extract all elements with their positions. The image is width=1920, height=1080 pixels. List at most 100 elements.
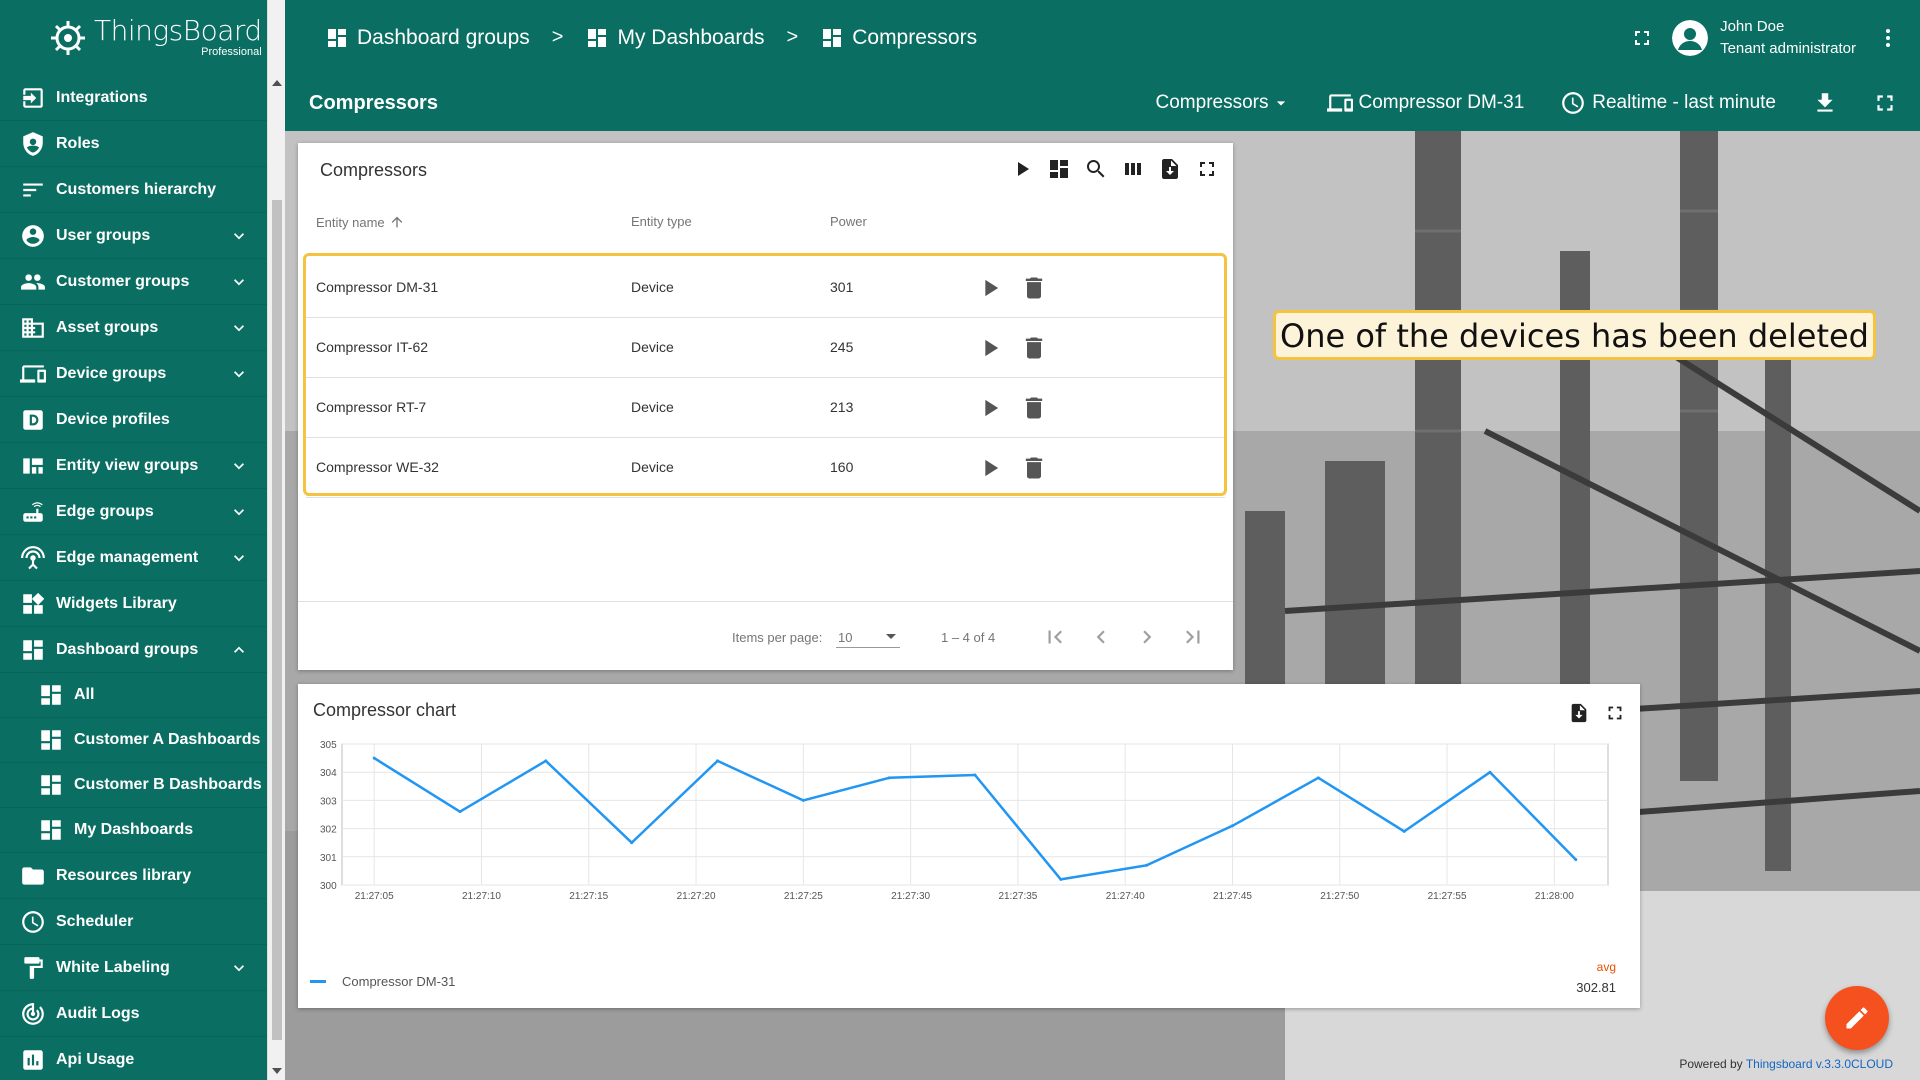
search-icon[interactable] bbox=[1084, 157, 1108, 181]
data-point[interactable] bbox=[1574, 858, 1578, 862]
column-header-entity-type[interactable]: Entity type bbox=[631, 214, 692, 229]
timewindow-button[interactable]: Realtime - last minute bbox=[1560, 90, 1776, 116]
data-point[interactable] bbox=[1402, 829, 1406, 833]
insert-chart-icon bbox=[23, 1049, 43, 1070]
chevron-up-icon[interactable] bbox=[229, 640, 249, 660]
data-point[interactable] bbox=[1316, 776, 1320, 780]
last-page-icon[interactable] bbox=[1180, 624, 1206, 650]
sidebar-item-customers-hierarchy[interactable]: Customers hierarchy bbox=[0, 167, 267, 213]
data-point[interactable] bbox=[372, 756, 376, 760]
page-size-select[interactable]: 10 bbox=[836, 626, 900, 648]
sidebar-item-entity-view-groups[interactable]: Entity view groups bbox=[0, 443, 267, 489]
sidebar-item-integrations[interactable]: Integrations bbox=[0, 75, 267, 121]
user-icon bbox=[22, 224, 44, 247]
play-arrow-icon[interactable] bbox=[1010, 157, 1034, 181]
state-select[interactable]: Compressors bbox=[1156, 92, 1291, 114]
fullscreen-icon[interactable] bbox=[1195, 157, 1219, 181]
version-link[interactable]: Thingsboard v.3.3.0CLOUD bbox=[1746, 1057, 1893, 1071]
column-header-power[interactable]: Power bbox=[830, 214, 867, 229]
fullscreen-icon[interactable] bbox=[1872, 90, 1898, 116]
sidebar-item-dashboard-groups[interactable]: Dashboard groups bbox=[0, 627, 267, 673]
sidebar-item-white-labeling[interactable]: White Labeling bbox=[0, 945, 267, 991]
sidebar-item-my-dashboards[interactable]: My Dashboards bbox=[0, 808, 267, 853]
sidebar-item-customer-a-dashboards[interactable]: Customer A Dashboards bbox=[0, 718, 267, 763]
entity-alias-value: Compressor DM-31 bbox=[1358, 92, 1525, 113]
chevron-down-icon[interactable] bbox=[229, 958, 249, 978]
dashboard-icon[interactable] bbox=[1047, 157, 1071, 181]
scroll-down-arrow-icon[interactable] bbox=[272, 1068, 282, 1074]
sidebar-item-asset-groups[interactable]: Asset groups bbox=[0, 305, 267, 351]
sidebar-item-customer-b-dashboards[interactable]: Customer B Dashboards bbox=[0, 763, 267, 808]
data-point[interactable] bbox=[1145, 863, 1149, 867]
router-icon bbox=[23, 501, 43, 522]
sidebar-item-audit-logs[interactable]: Audit Logs bbox=[0, 991, 267, 1037]
sidebar-item-api-usage[interactable]: Api Usage bbox=[0, 1037, 267, 1080]
sidebar-scrollbar[interactable] bbox=[267, 0, 285, 1080]
data-point[interactable] bbox=[1059, 877, 1063, 881]
chart-legend[interactable]: Compressor DM-31 bbox=[310, 974, 455, 989]
chevron-down-icon[interactable] bbox=[229, 318, 249, 338]
breadcrumb-my-dashboards[interactable]: My Dashboards bbox=[585, 26, 765, 50]
state-select-value: Compressors bbox=[1155, 92, 1269, 113]
data-point[interactable] bbox=[716, 759, 720, 763]
dashboard-icon bbox=[41, 730, 61, 750]
export-file-icon[interactable] bbox=[1568, 702, 1590, 724]
x-tick-label: 21:27:35 bbox=[998, 891, 1037, 902]
line-chart[interactable]: 300 301 302 303 304 305 21:27:05 21:27:10 21:27:… bbox=[298, 734, 1640, 934]
scroll-up-arrow-icon[interactable] bbox=[272, 80, 282, 86]
data-point[interactable] bbox=[544, 759, 548, 763]
sidebar-item-roles[interactable]: Roles bbox=[0, 121, 267, 167]
edit-dashboard-button[interactable] bbox=[1825, 986, 1889, 1050]
chevron-down-icon[interactable] bbox=[229, 272, 249, 292]
more-vert-icon[interactable] bbox=[1876, 26, 1900, 50]
export-file-icon[interactable] bbox=[1158, 157, 1182, 181]
logo[interactable]: ThingsBoard Professional bbox=[0, 0, 267, 75]
view-column-icon[interactable] bbox=[1121, 157, 1145, 181]
chevron-down-icon[interactable] bbox=[229, 502, 249, 522]
avatar-icon[interactable] bbox=[1672, 19, 1709, 56]
sidebar-item-customer-groups[interactable]: Customer groups bbox=[0, 259, 267, 305]
chevron-down-icon[interactable] bbox=[229, 456, 249, 476]
sidebar-item-label: Customer groups bbox=[56, 272, 190, 290]
data-point[interactable] bbox=[887, 776, 891, 780]
data-point[interactable] bbox=[1488, 770, 1492, 774]
data-point[interactable] bbox=[458, 810, 462, 814]
fullscreen-icon[interactable] bbox=[1630, 26, 1654, 50]
sidebar-item-widgets-library[interactable]: Widgets Library bbox=[0, 581, 267, 627]
format-paint-icon bbox=[24, 956, 43, 979]
sidebar-item-device-groups[interactable]: Device groups bbox=[0, 351, 267, 397]
sidebar-item-label: Roles bbox=[56, 134, 100, 152]
column-header-entity-name[interactable]: Entity name bbox=[316, 214, 405, 230]
y-tick-label: 302 bbox=[320, 825, 337, 836]
sidebar-item-edge-management[interactable]: Edge management bbox=[0, 535, 267, 581]
thingsboard-logo-icon bbox=[51, 20, 85, 55]
y-tick-label: 304 bbox=[320, 768, 337, 779]
sidebar-item-resources-library[interactable]: Resources library bbox=[0, 853, 267, 899]
entity-alias-select[interactable]: Compressor DM-31 bbox=[1326, 90, 1525, 116]
data-point[interactable] bbox=[973, 773, 977, 777]
dashboard-icon bbox=[41, 685, 61, 705]
sidebar-item-label: Api Usage bbox=[56, 1050, 135, 1068]
chevron-down-icon[interactable] bbox=[229, 364, 249, 384]
sidebar-item-user-groups[interactable]: User groups bbox=[0, 213, 267, 259]
sidebar-item-scheduler[interactable]: Scheduler bbox=[0, 899, 267, 945]
scrollbar-thumb[interactable] bbox=[272, 200, 282, 1040]
sidebar-item-edge-groups[interactable]: Edge groups bbox=[0, 489, 267, 535]
breadcrumb-dashboard-groups[interactable]: Dashboard groups bbox=[325, 26, 530, 50]
chevron-down-icon[interactable] bbox=[229, 226, 249, 246]
fullscreen-icon[interactable] bbox=[1604, 702, 1626, 724]
logo-name: ThingsBoard bbox=[94, 14, 262, 47]
download-icon[interactable] bbox=[1812, 90, 1838, 116]
first-page-icon[interactable] bbox=[1042, 624, 1068, 650]
data-point[interactable] bbox=[1230, 824, 1234, 828]
data-point[interactable] bbox=[630, 841, 634, 845]
chevron-down-icon[interactable] bbox=[229, 548, 249, 568]
edit-icon bbox=[1846, 1007, 1868, 1029]
x-tick-label: 21:27:40 bbox=[1106, 891, 1145, 902]
sidebar-item-device-profiles[interactable]: Device profiles bbox=[0, 397, 267, 443]
data-point[interactable] bbox=[801, 798, 805, 802]
legend-swatch bbox=[310, 980, 326, 983]
chevron-left-icon[interactable] bbox=[1088, 624, 1114, 650]
sidebar-item-all[interactable]: All bbox=[0, 673, 267, 718]
chevron-right-icon[interactable] bbox=[1134, 624, 1160, 650]
